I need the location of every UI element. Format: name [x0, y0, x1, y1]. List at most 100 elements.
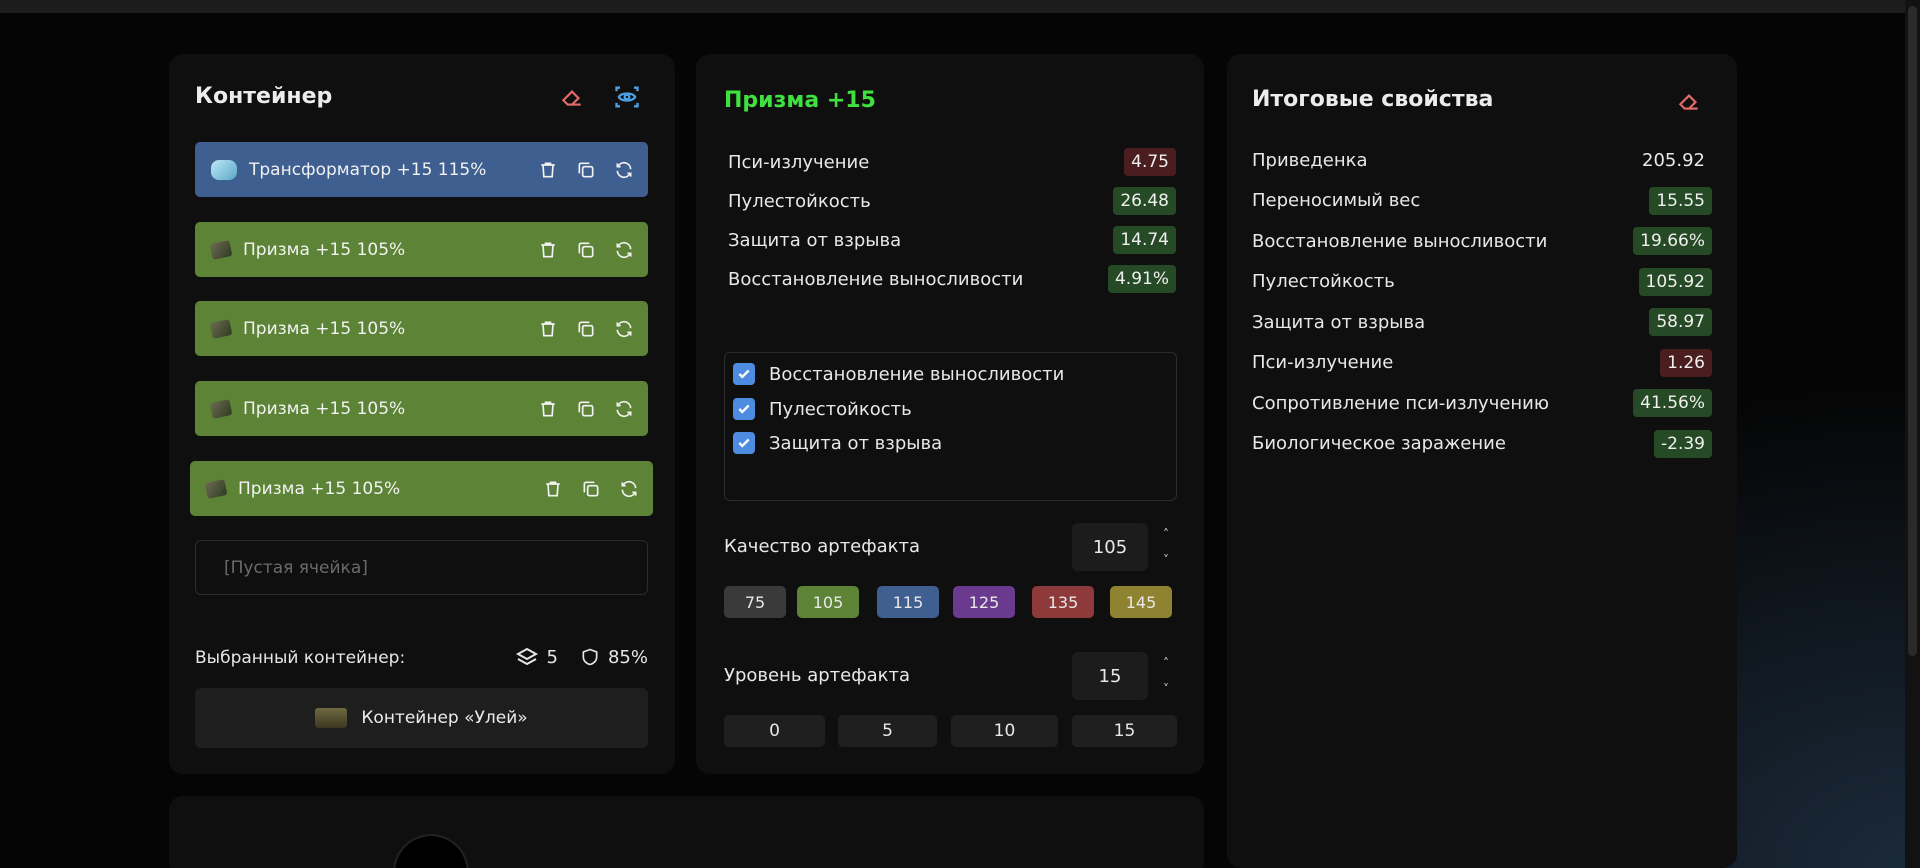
chevron-up-icon[interactable]: ˄: [1163, 527, 1169, 541]
summary-stat-row: Биологическое заражение -2.39: [1252, 427, 1712, 461]
copy-icon[interactable]: [576, 399, 596, 419]
stat-name: Пулестойкость: [1252, 271, 1395, 292]
chevron-down-icon[interactable]: ˅: [1163, 553, 1169, 567]
container-item[interactable]: Призма +15 105%: [195, 301, 648, 356]
summary-stat-row: Сопротивление пси-излучению 41.56%: [1252, 386, 1712, 420]
stat-name: Сопротивление пси-излучению: [1252, 392, 1550, 414]
trash-icon[interactable]: [538, 319, 558, 339]
empty-cell[interactable]: [Пустая ячейка]: [195, 540, 648, 595]
stat-name: Защита от взрыва: [1252, 311, 1426, 333]
chevron-up-icon[interactable]: ˄: [1163, 656, 1169, 670]
quality-stepper[interactable]: ˄ ˅: [1158, 527, 1174, 567]
refresh-icon[interactable]: [614, 160, 634, 180]
property-checkbox-row[interactable]: Пулестойкость: [733, 398, 912, 420]
level-preset-button[interactable]: 0: [724, 715, 825, 747]
empty-cell-label: [Пустая ячейка]: [224, 557, 368, 578]
stat-name: Пси-излучение: [1252, 352, 1394, 373]
item-actions: [538, 301, 634, 356]
container-select-button[interactable]: Контейнер «Улей»: [195, 688, 648, 748]
container-item-label: Призма +15 105%: [243, 239, 406, 260]
stat-value: -2.39: [1654, 429, 1712, 458]
artifact-thumbnail: [204, 478, 228, 499]
trash-icon[interactable]: [543, 479, 563, 499]
stat-name: Пси-излучение: [728, 151, 870, 173]
selected-container-stats: 5 85%: [515, 645, 648, 669]
property-checkbox-row[interactable]: Защита от взрыва: [733, 432, 942, 454]
stat-value: 58.97: [1649, 308, 1712, 336]
trash-icon[interactable]: [538, 160, 558, 180]
eraser-icon[interactable]: [557, 82, 587, 112]
quality-input[interactable]: 105: [1072, 523, 1148, 571]
level-preset-button[interactable]: 10: [951, 715, 1058, 747]
quality-preset-button[interactable]: 105: [797, 586, 859, 618]
stat-value-badge: 14.74: [1113, 226, 1176, 254]
quality-preset-button[interactable]: 115: [877, 586, 939, 618]
stat-name: Защита от взрыва: [728, 229, 902, 251]
stat-value-badge: 26.48: [1113, 187, 1176, 215]
checkbox-label: Защита от взрыва: [769, 432, 943, 454]
eye-icon[interactable]: [612, 82, 642, 112]
trash-icon[interactable]: [538, 240, 558, 260]
copy-icon[interactable]: [576, 160, 596, 180]
container-item[interactable]: Призма +15 105%: [190, 461, 653, 516]
checkbox-label: Пулестойкость: [769, 398, 912, 420]
container-item-label: Призма +15 105%: [238, 478, 401, 499]
level-preset-button[interactable]: 5: [838, 715, 937, 747]
artifact-thumbnail: [209, 398, 233, 419]
protection-value: 85%: [607, 646, 648, 668]
stat-value: 105.92: [1638, 267, 1712, 296]
artifact-stat-row: Пси-излучение 4.75: [728, 145, 1176, 179]
summary-stat-row: Защита от взрыва 58.97: [1252, 305, 1712, 339]
chevron-down-icon[interactable]: ˅: [1163, 682, 1169, 696]
quality-preset-button[interactable]: 135: [1032, 586, 1094, 618]
level-stepper[interactable]: ˄ ˅: [1158, 656, 1174, 696]
item-actions: [543, 461, 639, 516]
stat-name: Восстановление выносливости: [728, 268, 1024, 290]
container-item[interactable]: Трансформатор +15 115%: [195, 142, 648, 197]
stat-value: 205.92: [1642, 149, 1705, 171]
summary-title: Итоговые свойства: [1252, 87, 1494, 112]
stat-value: 1.26: [1660, 348, 1712, 377]
checkbox-label: Восстановление выносливости: [769, 363, 1065, 385]
quality-preset-button[interactable]: 75: [724, 586, 786, 618]
eraser-icon[interactable]: [1674, 86, 1704, 116]
checkbox[interactable]: [733, 398, 755, 420]
artifact-thumbnail: [209, 318, 233, 339]
trash-icon[interactable]: [538, 399, 558, 419]
quality-label: Качество артефакта: [724, 536, 921, 557]
summary-stat-row: Восстановление выносливости 19.66%: [1252, 224, 1712, 258]
slot-count: 5: [546, 646, 558, 668]
refresh-icon[interactable]: [614, 399, 634, 419]
checkbox[interactable]: [733, 363, 755, 385]
property-checkbox-row[interactable]: Восстановление выносливости: [733, 363, 1064, 385]
item-actions: [538, 381, 634, 436]
refresh-icon[interactable]: [614, 240, 634, 260]
level-input[interactable]: 15: [1072, 652, 1148, 700]
copy-icon[interactable]: [576, 319, 596, 339]
stat-value: 41.56%: [1633, 389, 1712, 417]
artifact-stat-row: Восстановление выносливости 4.91%: [728, 262, 1176, 296]
summary-stat-row: Переносимый вес 15.55: [1252, 184, 1712, 218]
summary-stat-row: Пси-излучение 1.26: [1252, 346, 1712, 380]
container-item-label: Призма +15 105%: [243, 318, 406, 339]
checkbox[interactable]: [733, 432, 755, 454]
scrollbar[interactable]: [1905, 0, 1920, 868]
container-item-label: Призма +15 105%: [243, 398, 406, 419]
quality-preset-button[interactable]: 125: [953, 586, 1015, 618]
refresh-icon[interactable]: [619, 479, 639, 499]
level-label: Уровень артефакта: [724, 665, 911, 686]
container-panel-title: Контейнер: [195, 84, 333, 109]
container-thumbnail: [315, 708, 348, 728]
container-item[interactable]: Призма +15 105%: [195, 381, 648, 436]
quality-preset-button[interactable]: 145: [1110, 586, 1172, 618]
stat-name: Биологическое заражение: [1252, 433, 1506, 454]
refresh-icon[interactable]: [614, 319, 634, 339]
copy-icon[interactable]: [576, 240, 596, 260]
copy-icon[interactable]: [581, 479, 601, 499]
artifact-title: Призма +15: [724, 88, 876, 113]
item-actions: [538, 142, 634, 197]
item-actions: [538, 222, 634, 277]
level-preset-button[interactable]: 15: [1072, 715, 1177, 747]
scrollbar-thumb[interactable]: [1908, 6, 1917, 656]
container-item[interactable]: Призма +15 105%: [195, 222, 648, 277]
